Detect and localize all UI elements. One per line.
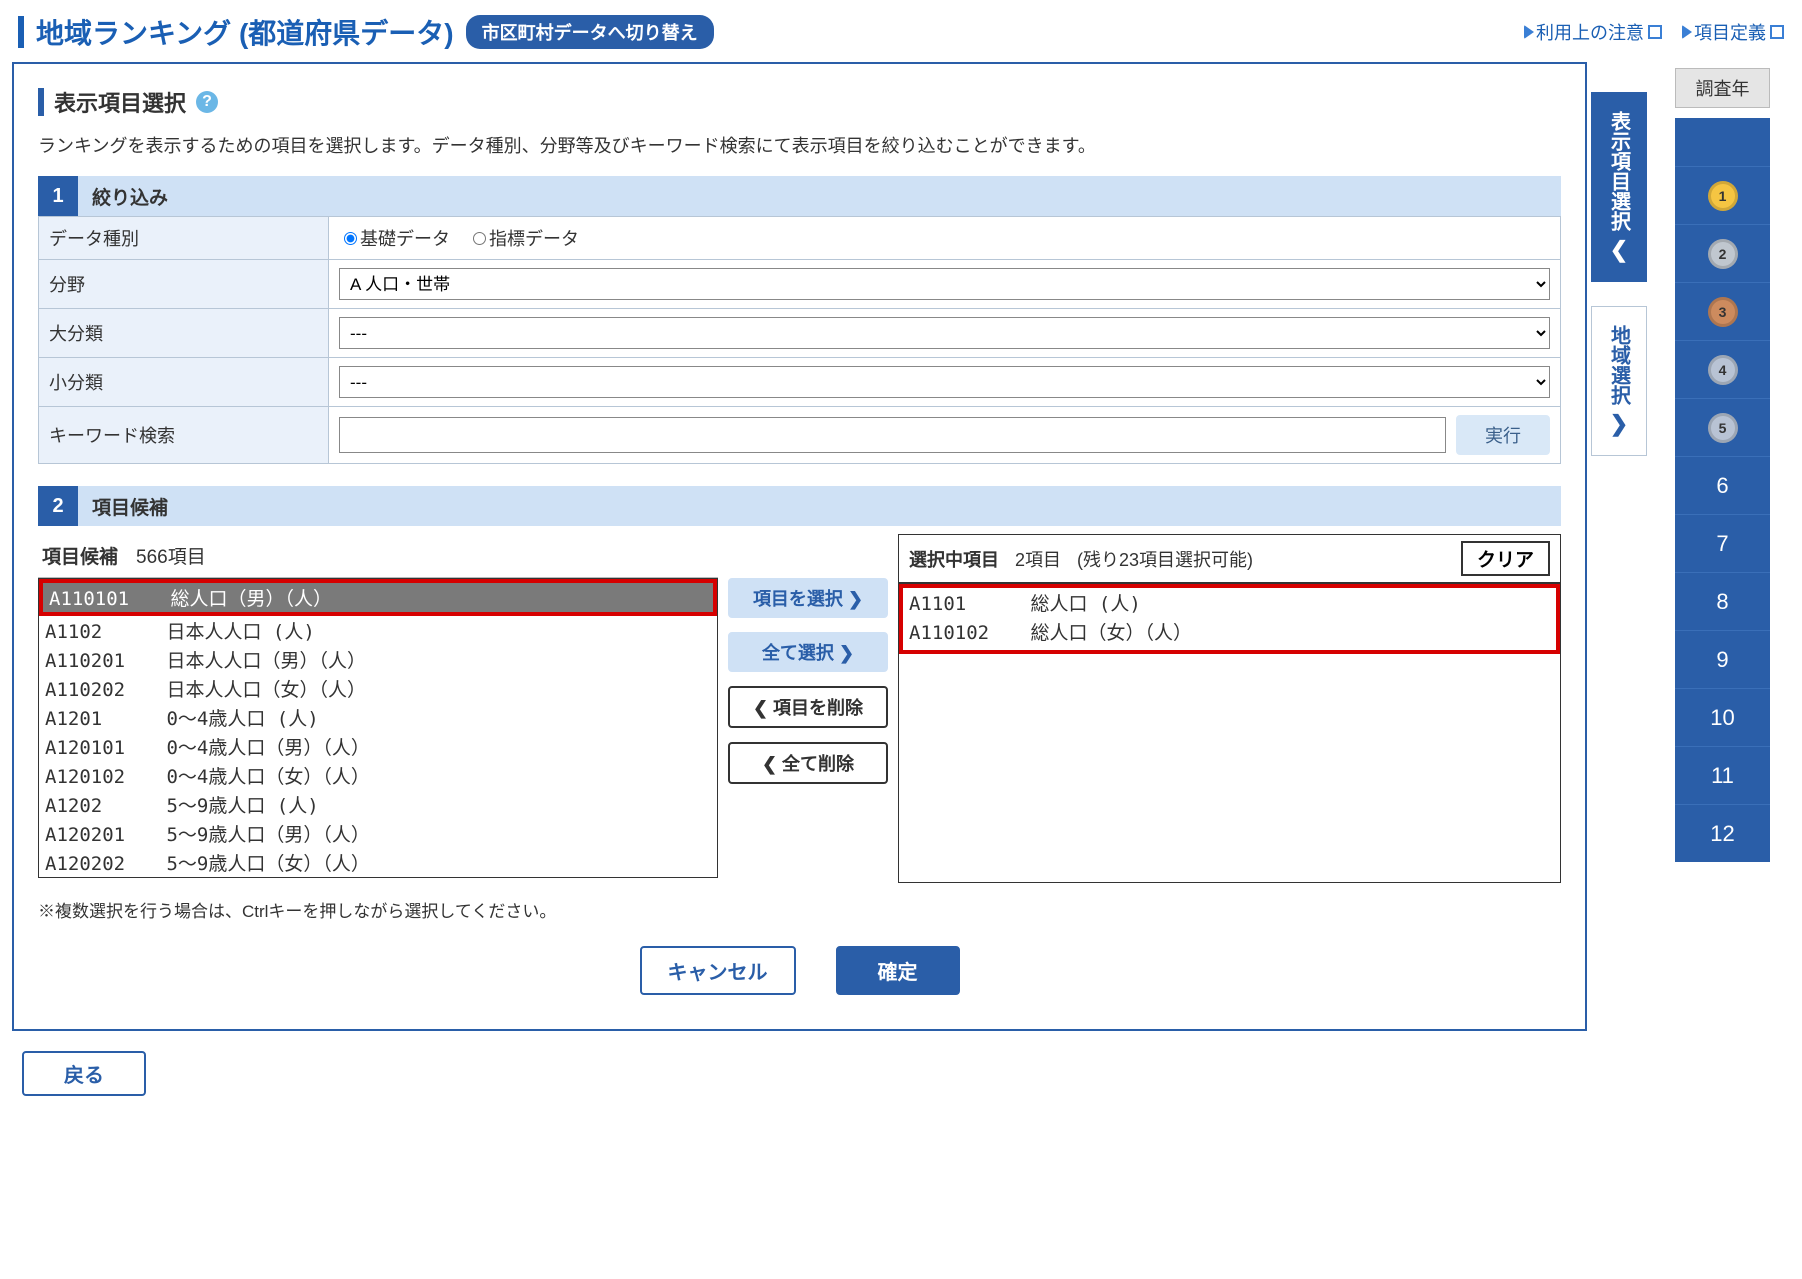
confirm-button[interactable]: 確定 (836, 946, 960, 995)
chevron-right-icon: ❯ (1610, 411, 1628, 437)
rank-cell: 3 (1675, 282, 1770, 340)
usage-notice-label: 利用上の注意 (1536, 19, 1644, 45)
list-item[interactable]: A120202 5～9歳人口（女）（人） (39, 848, 717, 877)
selected-header: 選択中項目 2項目 (残り23項目選択可能) クリア (898, 534, 1561, 583)
step2-title: 項目候補 (92, 493, 168, 520)
panel-description: ランキングを表示するための項目を選択します。データ種別、分野等及びキーワード検索… (38, 132, 1561, 158)
candidates-count: 566項目 (136, 542, 206, 569)
list-item[interactable]: A110102 総人口（女）（人） (903, 617, 1556, 646)
rank-cell: 8 (1675, 572, 1770, 630)
radio-basic-input[interactable] (344, 232, 357, 245)
step1-header: 1 絞り込み (38, 176, 1561, 216)
cancel-button[interactable]: キャンセル (640, 946, 796, 995)
field-label: 分野 (39, 260, 329, 309)
rank-cell: 1 (1675, 166, 1770, 224)
rank-cell: 6 (1675, 456, 1770, 514)
rank-cell: 11 (1675, 746, 1770, 804)
list-item[interactable]: A1202 5～9歳人口 (人) (39, 790, 717, 819)
minor-label: 小分類 (39, 358, 329, 407)
radio-indicator-input[interactable] (473, 232, 486, 245)
keyword-input[interactable] (339, 417, 1446, 453)
step1-title: 絞り込み (92, 183, 168, 210)
list-item[interactable]: A1102 日本人人口 (人) (39, 616, 717, 645)
list-item[interactable]: A120102 0～4歳人口（女）（人） (39, 761, 717, 790)
play-icon (1524, 25, 1534, 39)
filter-table: データ種別 基礎データ 指標データ 分野 A 人口・世帯 大分類 --- 小分類… (38, 216, 1561, 464)
major-label: 大分類 (39, 309, 329, 358)
select-all-button[interactable]: 全て選択 ❯ (728, 632, 888, 672)
list-item[interactable]: A1203 10～14歳人口（人） (39, 877, 717, 878)
rank-strip-header: 調査年 (1675, 68, 1770, 108)
definition-label: 項目定義 (1694, 19, 1766, 45)
selected-listbox[interactable]: A1101 総人口 (人)A110102 総人口（女）（人） (898, 583, 1561, 883)
rank-cell: 12 (1675, 804, 1770, 862)
list-item[interactable]: A1101 総人口 (人) (903, 588, 1556, 617)
panel-title: 表示項目選択 (54, 86, 186, 118)
play-icon (1682, 25, 1692, 39)
step1-number: 1 (38, 176, 78, 216)
usage-notice-link[interactable]: 利用上の注意 (1524, 19, 1662, 45)
definition-link[interactable]: 項目定義 (1682, 19, 1784, 45)
back-button[interactable]: 戻る (22, 1051, 146, 1096)
page-title: 地域ランキング (都道府県データ) (36, 12, 454, 52)
remove-item-button[interactable]: ❮ 項目を削除 (728, 686, 888, 728)
multiselect-hint: ※複数選択を行う場合は、Ctrlキーを押しながら選択してください。 (38, 897, 1561, 922)
switch-data-button[interactable]: 市区町村データへ切り替え (466, 15, 714, 49)
candidates-listbox[interactable]: A110101 総人口（男）（人） A1102 日本人人口 (人)A110201 … (38, 578, 718, 878)
radio-basic[interactable]: 基礎データ (339, 225, 450, 251)
panel-accent (38, 88, 44, 116)
keyword-label: キーワード検索 (39, 407, 329, 464)
rank-strip: 調査年 12345 6789101112 (1675, 68, 1770, 862)
popout-icon (1648, 25, 1662, 39)
radio-indicator[interactable]: 指標データ (468, 225, 579, 251)
help-icon[interactable]: ? (196, 91, 218, 113)
highlight-annotation: A1101 総人口 (人)A110102 総人口（女）（人） (899, 584, 1560, 654)
medal-icon: 4 (1708, 355, 1738, 385)
medal-icon: 3 (1708, 297, 1738, 327)
remove-all-button[interactable]: ❮ 全て削除 (728, 742, 888, 784)
data-type-label: データ種別 (39, 217, 329, 260)
rank-cell: 7 (1675, 514, 1770, 572)
selected-count: 2項目 (1015, 546, 1061, 572)
list-item[interactable]: A110101 総人口（男）（人） (43, 583, 713, 612)
popout-icon (1770, 25, 1784, 39)
list-item[interactable]: A120201 5～9歳人口（男）（人） (39, 819, 717, 848)
execute-button[interactable]: 実行 (1456, 415, 1550, 455)
selected-label: 選択中項目 (909, 546, 999, 572)
clear-button[interactable]: クリア (1461, 541, 1550, 576)
rank-cell: 5 (1675, 398, 1770, 456)
candidates-header: 項目候補 566項目 (38, 534, 718, 578)
medal-icon: 1 (1708, 181, 1738, 211)
rank-cell: 9 (1675, 630, 1770, 688)
medal-icon: 5 (1708, 413, 1738, 443)
step2-number: 2 (38, 486, 78, 526)
rank-cell: 4 (1675, 340, 1770, 398)
vtab-item-selection[interactable]: 表示項目選択 ❮ (1591, 92, 1647, 282)
selected-remaining: (残り23項目選択可能) (1077, 546, 1253, 572)
list-item[interactable]: A1201 0～4歳人口 (人) (39, 703, 717, 732)
rank-cell: 10 (1675, 688, 1770, 746)
candidates-label: 項目候補 (42, 542, 118, 569)
list-item[interactable]: A110201 日本人人口（男）（人） (39, 645, 717, 674)
major-select[interactable]: --- (339, 317, 1550, 349)
vtab-region-selection[interactable]: 地域選択 ❯ (1591, 306, 1647, 456)
select-item-button[interactable]: 項目を選択 ❯ (728, 578, 888, 618)
rank-cell: 2 (1675, 224, 1770, 282)
chevron-left-icon: ❮ (1610, 237, 1628, 263)
title-accent (18, 16, 24, 48)
medal-icon: 2 (1708, 239, 1738, 269)
highlight-annotation: A110101 総人口（男）（人） (39, 579, 717, 616)
field-select[interactable]: A 人口・世帯 (339, 268, 1550, 300)
step2-header: 2 項目候補 (38, 486, 1561, 526)
list-item[interactable]: A120101 0～4歳人口（男）（人） (39, 732, 717, 761)
selection-panel: 表示項目選択 ? ランキングを表示するための項目を選択します。データ種別、分野等… (12, 62, 1587, 1031)
list-item[interactable]: A110202 日本人人口（女）（人） (39, 674, 717, 703)
minor-select[interactable]: --- (339, 366, 1550, 398)
